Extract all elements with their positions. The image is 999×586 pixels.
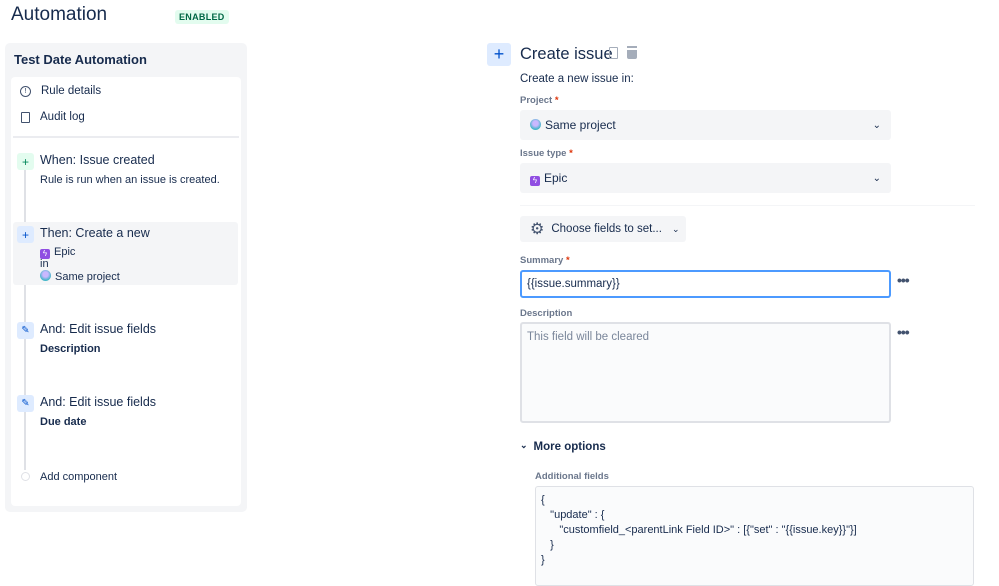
subtitle: Create a new issue in: [520,73,634,85]
label-text: Issue type [520,148,567,159]
choose-fields-button[interactable]: ⚙ Choose fields to set... ⌄ [520,216,686,242]
pencil-icon: ✎ [17,322,34,339]
required-mark: * [569,148,573,159]
step-title[interactable]: And: Edit issue fields [40,322,156,336]
description-textarea[interactable]: This field will be cleared [520,322,891,423]
info-icon: ! [20,85,31,97]
project-select[interactable]: Same project ⌄ [520,110,891,140]
summary-label: Summary * [520,255,570,266]
chevron-down-icon: ⌄ [872,119,881,131]
chevron-down-icon: ⌄ [872,172,881,184]
status-badge: ENABLED [175,10,229,24]
component-title: Create issue [520,45,613,63]
epic-icon: ϟ [530,175,540,186]
step-title[interactable]: When: Issue created [40,153,155,167]
project-text: Same project [55,271,120,283]
required-mark: * [554,95,559,106]
rule-name: Test Date Automation [14,52,147,67]
label-text: Summary [520,255,564,266]
project-avatar-icon [530,119,541,130]
step-action-create[interactable]: + [17,226,34,243]
issue-type-text: Epic [54,246,76,258]
step-trigger[interactable]: + [17,153,34,170]
nav-rule-details[interactable]: ! Rule details [20,85,101,97]
step-edit-due-date[interactable]: ✎ [17,395,34,412]
step-edit-description[interactable]: ✎ [17,322,34,339]
divider [520,205,975,206]
issue-type-label: Issue type * [520,148,573,159]
timeline-line [24,170,26,470]
nav-audit-log[interactable]: Audit log [20,111,85,123]
document-icon [21,111,30,123]
step-field: Due date [40,416,87,428]
more-icon[interactable]: ••• [897,324,910,340]
plus-icon: + [487,43,511,66]
code-line: } [541,539,554,551]
code-line: { [541,494,545,506]
select-value: Same project [545,118,616,132]
divider [13,136,239,138]
chevron-down-icon: ⌄ [671,223,680,234]
more-options-toggle[interactable]: ⌄ More options [520,439,606,454]
button-label: Choose fields to set... [551,223,662,235]
chevron-down-icon: ⌄ [520,439,528,450]
step-title[interactable]: And: Edit issue fields [40,395,156,409]
step-field: Description [40,343,101,355]
step-in: in [40,258,49,270]
toggle-label: More options [533,441,606,453]
step-project: Same project [40,270,120,283]
project-label: Project * [520,95,559,106]
plus-icon: + [17,226,34,243]
trash-icon[interactable] [627,48,637,59]
description-label: Description [520,308,573,319]
copy-icon[interactable] [609,47,618,59]
code-line: "customfield_<parentLink Field ID>" : [{… [541,524,857,536]
project-avatar-icon [40,270,51,281]
step-desc: Rule is run when an issue is created. [40,174,220,186]
add-component-button[interactable]: Add component [40,471,117,483]
pencil-icon: ✎ [17,395,34,412]
nav-label: Audit log [40,111,85,123]
nav-label: Rule details [41,85,102,97]
additional-fields-textarea[interactable]: { "update" : { "customfield_<parentLink … [535,486,974,586]
label-text: Project [520,95,553,106]
add-circle-icon [21,472,30,481]
code-line: "update" : { [541,509,605,521]
summary-input[interactable]: {{issue.summary}} [520,270,891,298]
step-title[interactable]: Then: Create a new [40,226,150,240]
issue-type-select[interactable]: ϟ Epic ⌄ [520,163,891,193]
required-mark: * [565,255,570,266]
page-title: Automation [11,4,108,25]
additional-fields-label: Additional fields [535,471,609,482]
plus-icon: + [17,153,34,170]
code-line: } [541,554,545,566]
gear-icon: ⚙ [530,221,545,238]
more-icon[interactable]: ••• [897,272,910,288]
rule-steps-card [11,77,241,506]
select-value: Epic [544,170,568,185]
